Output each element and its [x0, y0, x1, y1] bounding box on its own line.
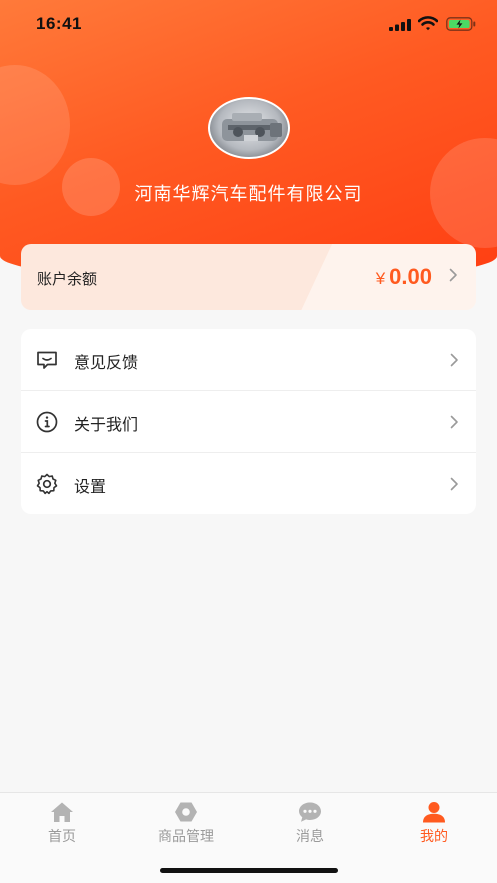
account-balance-card[interactable]: 账户余额 ¥0.00 [21, 244, 476, 310]
avatar[interactable] [208, 97, 290, 159]
menu-item-label: 关于我们 [74, 415, 139, 434]
product-icon [175, 802, 197, 822]
menu-item-settings[interactable]: 设置 [21, 453, 476, 515]
menu-item-feedback[interactable]: 意见反馈 [21, 329, 476, 391]
tab-label: 我的 [420, 829, 448, 845]
info-icon [36, 411, 58, 433]
home-indicator [160, 868, 338, 873]
chevron-right-icon [450, 477, 458, 491]
balance-amount: ¥0.00 [376, 264, 432, 290]
user-icon [423, 802, 445, 823]
status-time: 16:41 [36, 14, 82, 33]
home-icon [51, 802, 73, 822]
tab-label: 首页 [48, 829, 76, 845]
balance-value: 0.00 [389, 264, 432, 289]
company-name: 河南华辉汽车配件有限公司 [134, 184, 363, 205]
settings-menu: 意见反馈 关于我们 设置 [21, 329, 476, 514]
chevron-right-icon [450, 415, 458, 429]
tab-home[interactable]: 首页 [0, 801, 124, 846]
balance-label: 账户余额 [37, 270, 98, 288]
tab-product-management[interactable]: 商品管理 [124, 801, 248, 846]
cellular-signal-icon [389, 19, 411, 31]
decor-bubble [0, 65, 70, 185]
currency-symbol: ¥ [375, 269, 386, 288]
tab-label: 消息 [296, 829, 324, 845]
chevron-right-icon [449, 268, 457, 282]
battery-icon [446, 17, 476, 31]
settings-icon [36, 473, 58, 495]
tab-mine[interactable]: 我的 [372, 801, 496, 846]
wifi-icon [418, 16, 438, 31]
message-icon [299, 802, 321, 822]
chevron-right-icon [450, 353, 458, 367]
menu-item-label: 意见反馈 [74, 353, 139, 372]
feedback-icon [37, 351, 57, 369]
tab-label: 商品管理 [158, 829, 214, 845]
menu-item-about[interactable]: 关于我们 [21, 391, 476, 453]
status-bar: 16:41 [0, 0, 497, 50]
tab-messages[interactable]: 消息 [248, 801, 372, 846]
menu-item-label: 设置 [74, 477, 107, 496]
